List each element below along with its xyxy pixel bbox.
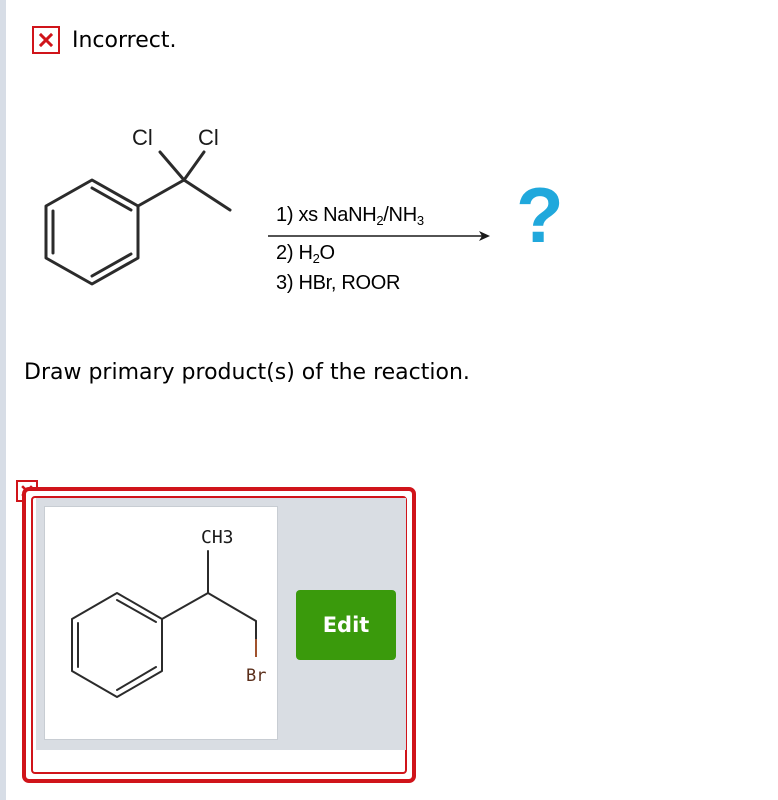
question-prompt: Draw primary product(s) of the reaction. <box>24 360 470 385</box>
reactant-structure: Cl Cl <box>44 125 490 286</box>
cl-right-label: Cl <box>198 125 219 150</box>
product-placeholder: ? <box>516 171 564 259</box>
benzene-ring <box>44 178 140 286</box>
bond-methyl <box>182 178 232 212</box>
benzene-ring <box>71 592 163 698</box>
bond-ring-ch <box>161 592 209 620</box>
methyl-label: CH3 <box>201 527 234 548</box>
reaction-conditions: 1) xs NaNH2/NH3 2) H2O 3) HBr, ROOR <box>276 200 424 298</box>
bond-cl-left <box>158 150 186 182</box>
bond-ring-carbon <box>136 178 186 208</box>
bond-cl-right <box>182 150 206 182</box>
condition-3: 3) HBr, ROOR <box>276 272 401 294</box>
condition-2: 2) H2O <box>276 242 335 266</box>
product-structure: CH3 Br <box>71 527 266 698</box>
answer-structure-canvas[interactable]: CH3 Br <box>44 506 278 740</box>
bond-ch-ch2 <box>207 592 257 622</box>
condition-1: 1) xs NaNH2/NH3 <box>276 204 424 228</box>
bromine-label: Br <box>246 666 266 686</box>
cl-left-label: Cl <box>132 125 153 150</box>
edit-button[interactable]: Edit <box>296 590 396 660</box>
